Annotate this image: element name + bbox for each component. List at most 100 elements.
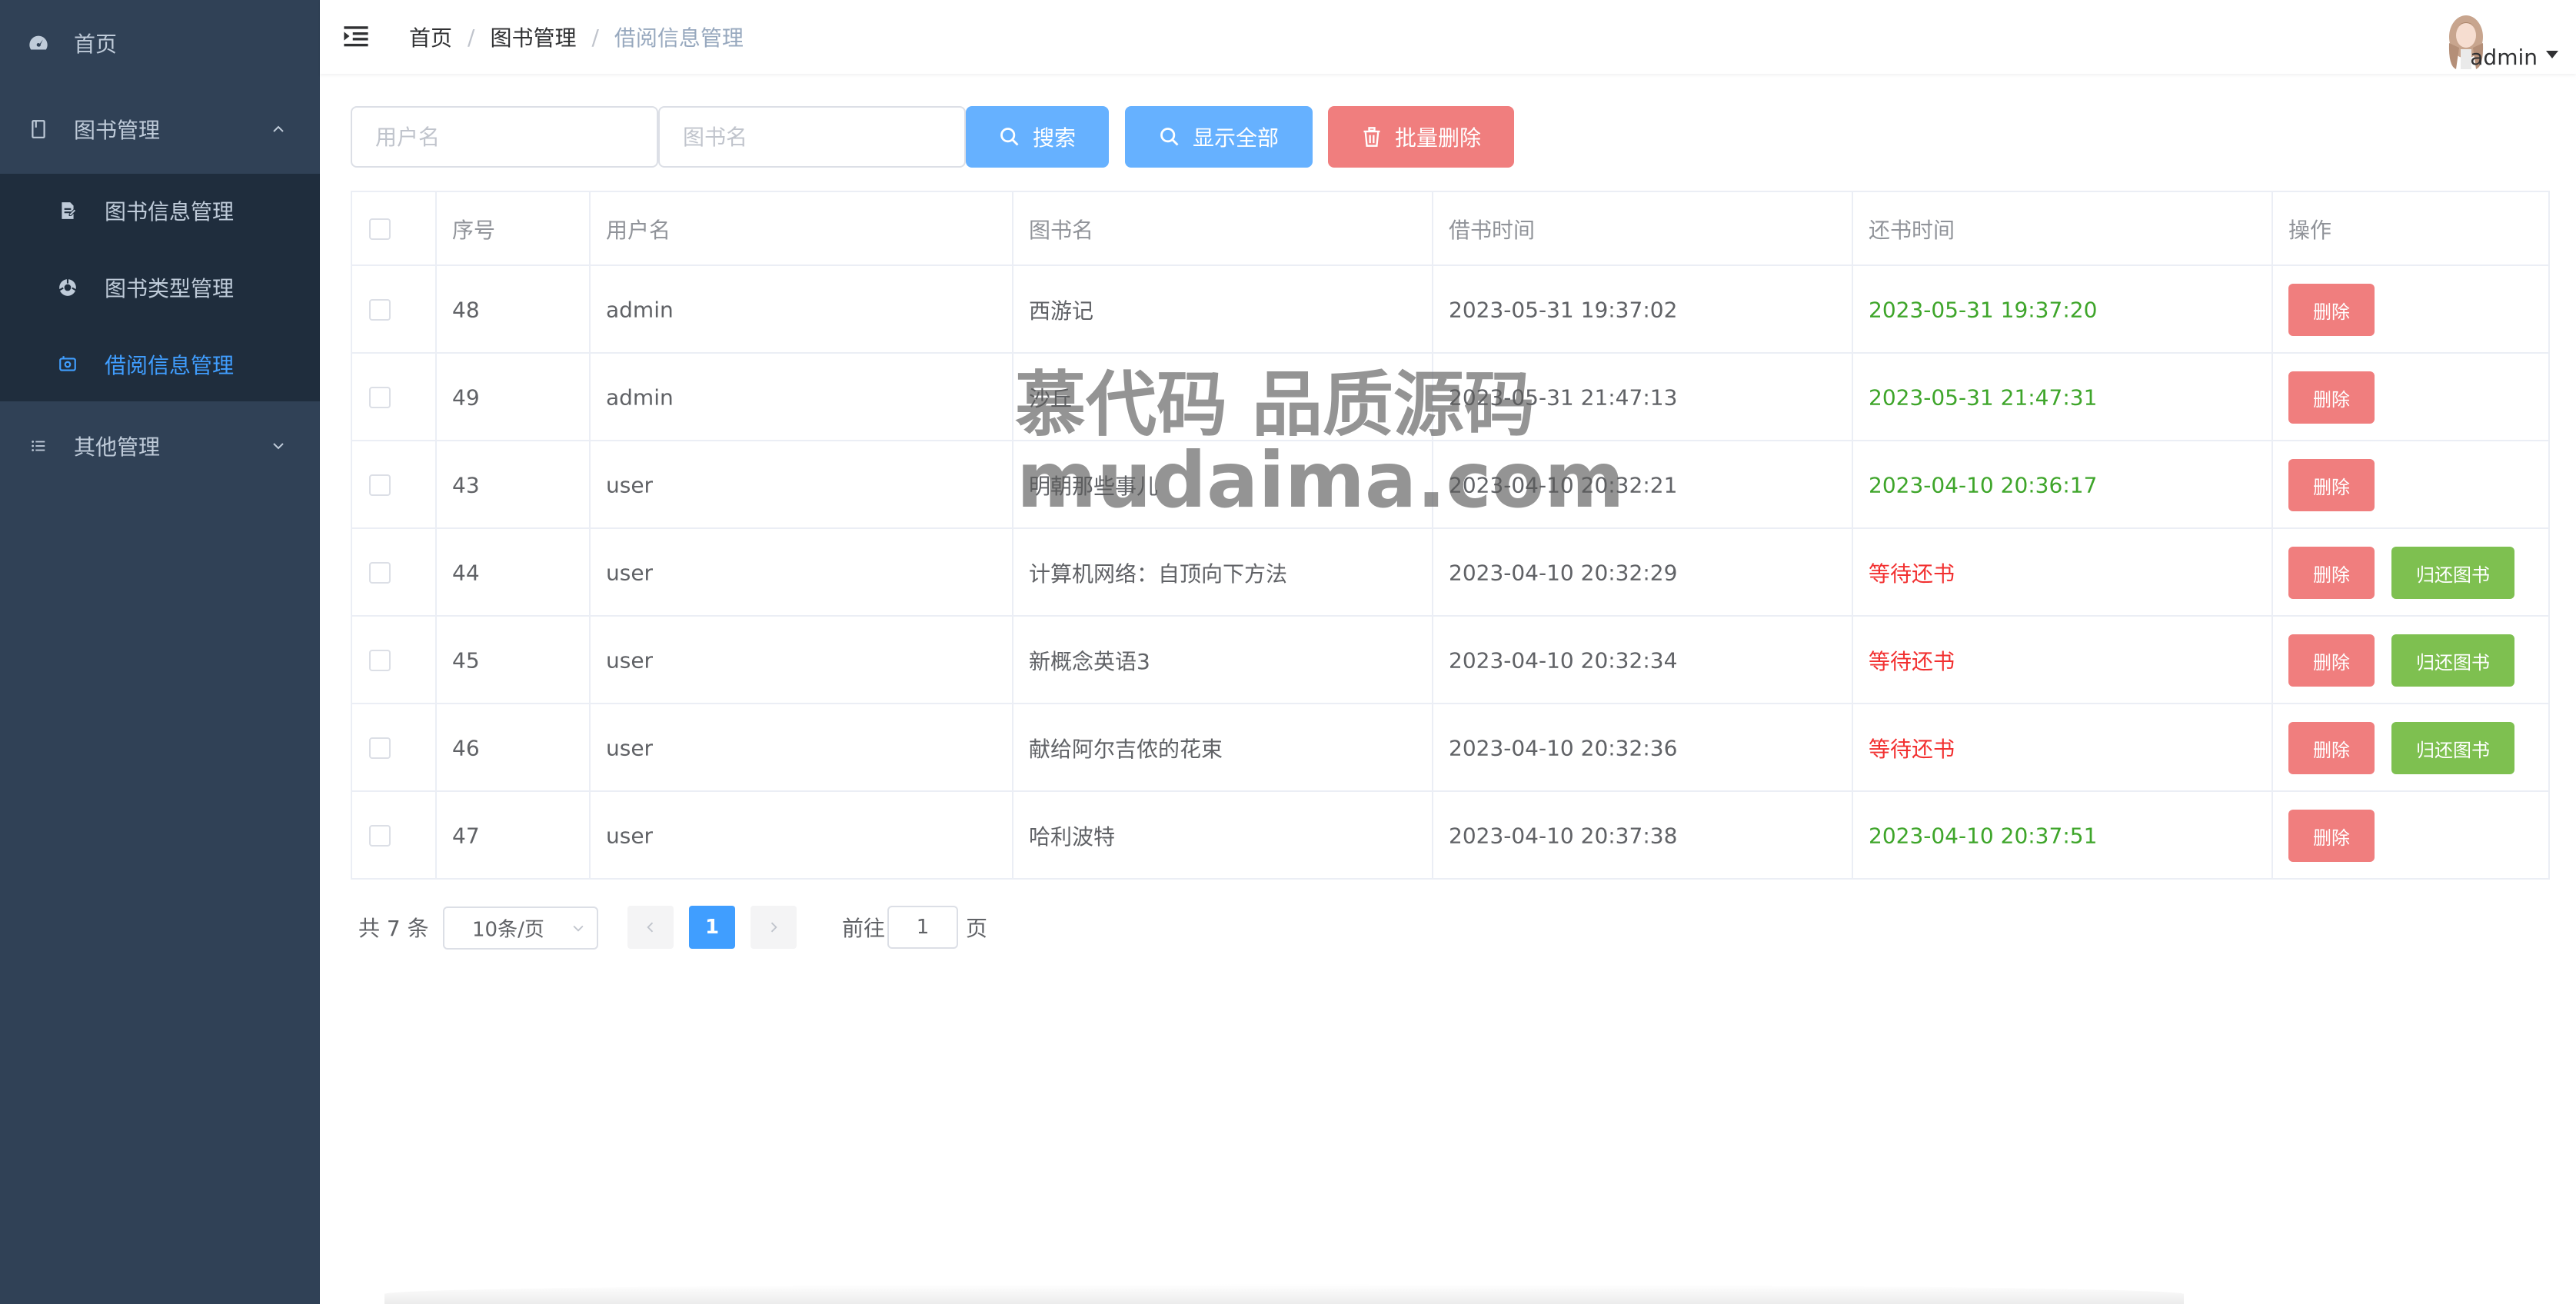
row-checkbox[interactable] [369,562,391,584]
row-return-button[interactable]: 归还图书 [2391,722,2514,774]
row-username: admin [606,384,674,411]
row-id: 43 [452,472,480,498]
row-username: user [606,735,654,761]
table-column-divider [2271,192,2273,878]
row-delete-button[interactable]: 删除 [2288,371,2375,424]
row-id: 49 [452,384,480,411]
column-header: 用户名 [606,218,671,243]
column-header: 操作 [2288,218,2332,243]
row-bookname: 沙丘 [1029,386,1073,411]
column-header: 还书时间 [1869,218,1955,243]
table-column-divider [1012,192,1013,878]
table-row-divider [352,703,2548,704]
row-username: admin [606,297,674,323]
table-row-divider [352,615,2548,617]
row-borrow-time: 2023-04-10 20:37:38 [1449,823,1678,849]
sidebar-item-label: 图书类型管理 [105,276,235,301]
row-delete-button[interactable]: 删除 [2288,634,2375,687]
row-return-button[interactable]: 归还图书 [2391,634,2514,687]
bottom-shadow [384,1284,2184,1304]
row-return-time: 等待还书 [1869,737,1955,762]
goto-page-input[interactable] [887,906,958,949]
row-borrow-time: 2023-04-10 20:32:34 [1449,647,1678,674]
book-icon [28,118,49,140]
row-delete-button[interactable]: 删除 [2288,547,2375,599]
table-column-divider [435,192,437,878]
next-page-button[interactable] [751,906,797,949]
row-checkbox[interactable] [369,474,391,496]
borrow-icon [57,354,78,375]
row-delete-button[interactable]: 删除 [2288,722,2375,774]
chevron-up-icon [273,125,284,132]
caret-down-icon[interactable] [2545,49,2559,60]
table-row-divider [352,264,2548,266]
goto-prefix: 前往 [842,916,886,941]
search-icon [1000,128,1019,146]
page-number-button[interactable]: 1 [689,906,735,949]
breadcrumb: 首页 / 图书管理 / 借阅信息管理 [409,0,744,74]
prev-page-button[interactable] [627,906,674,949]
breadcrumb-book-management[interactable]: 图书管理 [490,22,576,52]
search-button[interactable]: 搜索 [966,106,1109,168]
chevron-down-icon [573,925,584,932]
search-icon [1160,128,1179,146]
row-delete-button[interactable]: 删除 [2288,810,2375,862]
row-checkbox[interactable] [369,299,391,321]
row-bookname: 西游记 [1029,298,1094,324]
row-borrow-time: 2023-04-10 20:32:21 [1449,472,1678,498]
sidebar: 首页 图书管理 图书信息管理 图书类型管理 借阅信息管理 其他管理 [0,0,320,1304]
row-username: user [606,647,654,674]
sidebar-item-book-category[interactable]: 图书类型管理 [0,255,320,320]
row-checkbox[interactable] [369,825,391,847]
table-row-divider [352,440,2548,441]
row-id: 44 [452,560,480,586]
row-delete-button[interactable]: 删除 [2288,284,2375,336]
batch-delete-button[interactable]: 批量删除 [1328,106,1514,168]
pagination-total: 共 7 条 [358,916,429,941]
row-borrow-time: 2023-04-10 20:32:29 [1449,560,1678,586]
row-id: 46 [452,735,480,761]
bookname-search-input[interactable] [658,106,966,168]
row-username: user [606,472,654,498]
top-navbar: 首页 / 图书管理 / 借阅信息管理 admin [320,0,2576,74]
row-bookname: 新概念英语3 [1029,649,1150,674]
row-return-button[interactable]: 归还图书 [2391,547,2514,599]
table-column-divider [1432,192,1433,878]
row-return-time: 2023-04-10 20:36:17 [1869,472,2098,498]
dashboard-icon [28,32,49,54]
hamburger-icon[interactable] [343,23,369,49]
row-bookname: 哈利波特 [1029,824,1116,850]
row-checkbox[interactable] [369,737,391,759]
row-checkbox[interactable] [369,650,391,671]
sidebar-item-borrow-info[interactable]: 借阅信息管理 [0,332,320,397]
row-id: 47 [452,823,480,849]
list-icon [28,435,49,457]
row-checkbox[interactable] [369,387,391,408]
user-name[interactable]: admin [2470,45,2538,70]
table-column-divider [589,192,591,878]
sidebar-item-book-info[interactable]: 图书信息管理 [0,178,320,243]
row-return-time: 2023-05-31 21:47:31 [1869,384,2098,411]
chevron-left-icon [647,922,654,933]
select-all-checkbox[interactable] [369,218,391,240]
sidebar-item-label: 图书信息管理 [105,199,235,225]
borrow-records-table: 序号 用户名 图书名 借书时间 还书时间 操作 48 admin 西游记 2023-05-31 1… [351,191,2550,880]
username-search-input[interactable] [351,106,658,168]
table-row-divider [352,790,2548,792]
row-return-time: 等待还书 [1869,649,1955,674]
chevron-down-icon [273,443,284,450]
sidebar-item-other-management[interactable]: 其他管理 [0,414,320,478]
sidebar-item-book-management[interactable]: 图书管理 [0,97,320,161]
table-row-divider [352,527,2548,529]
sidebar-item-home[interactable]: 首页 [0,11,320,75]
table-row-divider [352,352,2548,354]
breadcrumb-home[interactable]: 首页 [409,22,452,52]
table-column-divider [1852,192,1853,878]
row-borrow-time: 2023-05-31 21:47:13 [1449,384,1678,411]
show-all-button[interactable]: 显示全部 [1125,106,1313,168]
row-return-time: 2023-04-10 20:37:51 [1869,823,2098,849]
row-id: 45 [452,647,480,674]
row-delete-button[interactable]: 删除 [2288,459,2375,511]
page-size-select[interactable]: 10条/页 [443,906,598,950]
row-username: user [606,823,654,849]
